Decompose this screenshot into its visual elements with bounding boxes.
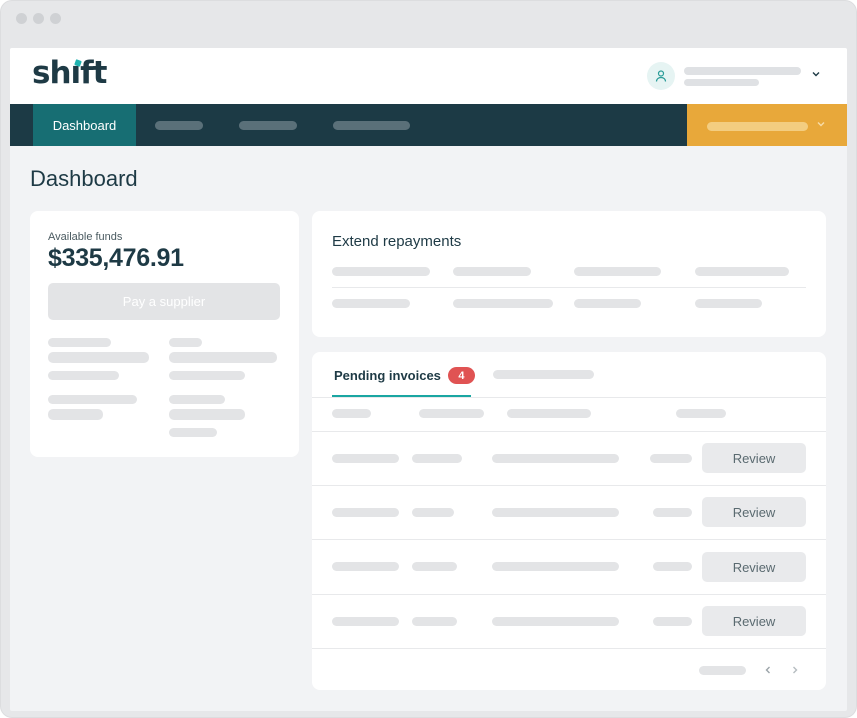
funds-label: Available funds xyxy=(48,231,123,243)
user-email-placeholder xyxy=(684,79,759,86)
tab-placeholder[interactable] xyxy=(493,370,594,379)
tab-dashboard[interactable]: Dashboard xyxy=(33,104,136,146)
table-cell-placeholder xyxy=(492,562,619,571)
table-cell-placeholder xyxy=(574,299,641,308)
maximize-dot[interactable] xyxy=(50,13,61,24)
review-button[interactable]: Review xyxy=(702,497,806,527)
repayments-title: Extend repayments xyxy=(332,233,462,250)
text-placeholder xyxy=(48,409,103,420)
table-cell-placeholder xyxy=(412,617,457,626)
column-header-placeholder xyxy=(676,409,726,418)
app-header: shıft xyxy=(10,48,847,104)
minimize-dot[interactable] xyxy=(33,13,44,24)
chevron-left-icon[interactable] xyxy=(762,664,774,676)
close-dot[interactable] xyxy=(16,13,27,24)
count-badge: 4 xyxy=(447,367,475,384)
window-controls xyxy=(16,13,61,24)
funds-card: Available funds $335,476.91 Pay a suppli… xyxy=(30,211,299,457)
review-button[interactable]: Review xyxy=(702,606,806,636)
text-placeholder xyxy=(48,338,111,347)
text-placeholder xyxy=(48,371,119,380)
tabs-divider xyxy=(312,397,826,398)
repayments-card: Extend repayments xyxy=(312,211,826,337)
shift-logo[interactable]: shıft xyxy=(32,55,107,91)
nav-item-placeholder[interactable] xyxy=(333,121,410,130)
column-header-placeholder xyxy=(332,409,371,418)
text-placeholder xyxy=(169,395,225,404)
text-placeholder xyxy=(169,338,202,347)
table-header-placeholder xyxy=(574,267,661,276)
nav-item-placeholder[interactable] xyxy=(239,121,297,130)
table-cell-placeholder xyxy=(332,508,399,517)
row-divider xyxy=(312,485,826,486)
review-button[interactable]: Review xyxy=(702,552,806,582)
column-header-placeholder xyxy=(419,409,484,418)
nav-item-placeholder[interactable] xyxy=(155,121,203,130)
table-cell-placeholder xyxy=(653,508,692,517)
text-placeholder xyxy=(169,428,217,437)
table-cell-placeholder xyxy=(453,299,553,308)
cta-label-placeholder xyxy=(707,122,808,131)
tab-label: Pending invoices xyxy=(334,368,441,383)
table-cell-placeholder xyxy=(332,454,399,463)
chevron-down-icon[interactable] xyxy=(810,68,822,80)
table-cell-placeholder xyxy=(653,617,692,626)
table-cell-placeholder xyxy=(695,299,762,308)
table-header-placeholder xyxy=(695,267,789,276)
row-divider xyxy=(312,648,826,649)
app-viewport: shıft Dashboard Dashboard Available fund… xyxy=(10,48,847,711)
table-cell-placeholder xyxy=(492,508,619,517)
row-divider xyxy=(332,287,806,288)
table-cell-placeholder xyxy=(332,562,399,571)
user-avatar[interactable] xyxy=(647,62,675,90)
review-button[interactable]: Review xyxy=(702,443,806,473)
table-cell-placeholder xyxy=(492,454,619,463)
row-divider xyxy=(312,539,826,540)
chevron-right-icon[interactable] xyxy=(789,664,801,676)
table-header-placeholder xyxy=(332,267,430,276)
text-placeholder xyxy=(169,371,245,380)
table-cell-placeholder xyxy=(412,562,457,571)
row-divider xyxy=(312,431,826,432)
table-cell-placeholder xyxy=(492,617,619,626)
invoices-card: Pending invoices 4 Review Review Review … xyxy=(312,352,826,690)
table-cell-placeholder xyxy=(650,454,692,463)
column-header-placeholder xyxy=(507,409,591,418)
browser-window: shıft Dashboard Dashboard Available fund… xyxy=(0,0,857,718)
pay-supplier-button[interactable]: Pay a supplier xyxy=(48,283,280,320)
nav-cta-dropdown[interactable] xyxy=(687,104,847,146)
text-placeholder xyxy=(169,352,277,363)
table-cell-placeholder xyxy=(332,617,399,626)
text-placeholder xyxy=(48,352,149,363)
text-placeholder xyxy=(48,395,137,404)
text-placeholder xyxy=(169,409,245,420)
pagination-placeholder xyxy=(699,666,746,675)
row-divider xyxy=(312,594,826,595)
tab-pending-invoices[interactable]: Pending invoices 4 xyxy=(334,367,475,384)
user-icon xyxy=(655,70,667,82)
table-cell-placeholder xyxy=(653,562,692,571)
table-cell-placeholder xyxy=(412,454,462,463)
table-cell-placeholder xyxy=(412,508,454,517)
chevron-down-icon xyxy=(817,122,825,127)
user-name-placeholder xyxy=(684,67,801,75)
main-nav: Dashboard xyxy=(10,104,847,146)
table-header-placeholder xyxy=(453,267,531,276)
funds-amount: $335,476.91 xyxy=(48,244,184,272)
table-cell-placeholder xyxy=(332,299,410,308)
page-title: Dashboard xyxy=(30,166,138,191)
